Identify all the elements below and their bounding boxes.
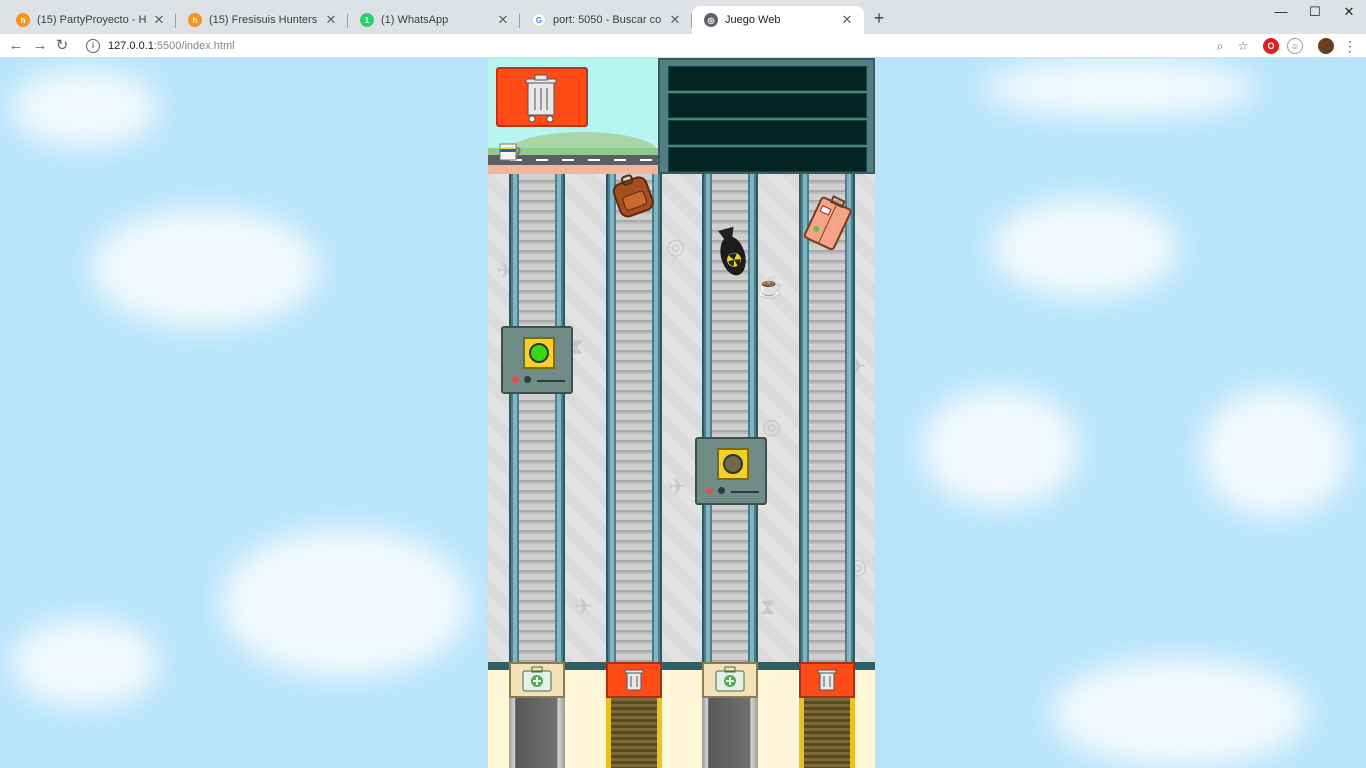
- close-tab-icon[interactable]: ✕: [496, 12, 510, 28]
- address-bar[interactable]: i 127.0.0.1:5500/index.html: [80, 35, 1260, 57]
- hacknplan-icon: h: [16, 13, 30, 27]
- screen-row: [668, 120, 867, 145]
- tab-juego-web[interactable]: ◎ Juego Web ✕: [692, 6, 864, 34]
- trash-bin-4[interactable]: [799, 662, 855, 698]
- scanner-green[interactable]: [501, 326, 573, 394]
- tab-partyproyecto[interactable]: h (15) PartyProyecto - HacknPlan ✕: [4, 6, 176, 34]
- conveyor-belt-2: [606, 174, 662, 662]
- screen-row: [668, 93, 867, 118]
- opera-extension-icon[interactable]: O: [1263, 38, 1279, 54]
- forward-button[interactable]: →: [30, 36, 50, 56]
- browser-toolbar: ← → ↻ i 127.0.0.1:5500/index.html ⌕ ☆ O …: [0, 34, 1366, 58]
- medical-bag-icon: [522, 666, 552, 692]
- cloud: [1200, 388, 1350, 518]
- bookmark-star-icon[interactable]: ☆: [1235, 38, 1251, 54]
- trash-bin-2[interactable]: [606, 662, 662, 698]
- zoom-icon[interactable]: ⌕: [1212, 38, 1228, 54]
- tab-title: Juego Web: [725, 14, 781, 26]
- tab-title: (15) Fresisuis Hunters - HacknPla: [209, 14, 318, 26]
- game-canvas[interactable]: ✈ ⧗ ◎ ✈ ☕ ◎ ✈ ✈ ⧗ ◎: [488, 58, 875, 768]
- metal-chute-3: [702, 698, 758, 768]
- screen-row: [668, 147, 867, 172]
- tab-title: (1) WhatsApp: [381, 14, 449, 26]
- close-tab-icon[interactable]: ✕: [152, 12, 166, 28]
- medical-bag-icon: [715, 666, 745, 692]
- screen-row: [668, 66, 867, 91]
- globe-icon: ◎: [704, 13, 718, 27]
- reload-button[interactable]: ↻: [52, 36, 72, 56]
- rail-chute-2: [606, 698, 662, 768]
- extension-icon[interactable]: ☺: [1287, 38, 1303, 54]
- scanner-lamp: [523, 337, 555, 369]
- back-button[interactable]: ←: [6, 36, 26, 56]
- coffee-cup-icon: [499, 143, 521, 161]
- tab-google-search[interactable]: G port: 5050 - Buscar con Google ✕: [520, 6, 692, 34]
- tab-whatsapp[interactable]: 1 (1) WhatsApp ✕: [348, 6, 520, 34]
- cloud: [990, 198, 1180, 298]
- tab-title: (15) PartyProyecto - HacknPlan: [37, 14, 146, 26]
- trash-icon: [817, 669, 837, 691]
- close-tab-icon[interactable]: ✕: [840, 12, 854, 28]
- tab-title: port: 5050 - Buscar con Google: [553, 14, 662, 26]
- page-viewport: ✈ ⧗ ◎ ✈ ☕ ◎ ✈ ✈ ⧗ ◎: [0, 58, 1366, 768]
- minimize-button[interactable]: —: [1270, 4, 1292, 20]
- url-host: 127.0.0.1: [108, 40, 154, 52]
- cloud: [920, 388, 1080, 508]
- cloud: [10, 68, 160, 148]
- backpack-item[interactable]: [608, 172, 658, 220]
- tab-strip: h (15) PartyProyecto - HacknPlan ✕ h (15…: [0, 0, 1366, 34]
- google-icon: G: [532, 13, 546, 27]
- cloud: [90, 208, 320, 328]
- info-icon[interactable]: i: [86, 39, 100, 53]
- scanner-yellow[interactable]: [695, 437, 767, 505]
- rail-chute-4: [799, 698, 855, 768]
- new-tab-button[interactable]: +: [870, 9, 888, 27]
- medical-bin-3[interactable]: [702, 662, 758, 698]
- close-tab-icon[interactable]: ✕: [668, 12, 682, 28]
- cloud: [980, 58, 1260, 118]
- maximize-button[interactable]: ☐: [1304, 4, 1326, 20]
- close-window-button[interactable]: ✕: [1338, 4, 1360, 20]
- cloud: [10, 618, 160, 708]
- medical-bin-1[interactable]: [509, 662, 565, 698]
- discard-bin[interactable]: [496, 67, 588, 127]
- suitcase-item[interactable]: [804, 194, 854, 252]
- nuclear-bomb-item[interactable]: [712, 224, 752, 280]
- cloud: [1050, 658, 1310, 768]
- profile-avatar[interactable]: [1318, 38, 1334, 54]
- trash-icon: [525, 74, 557, 123]
- scanner-lamp: [717, 448, 749, 480]
- cloud: [220, 528, 470, 678]
- tab-fresisuis-hunters[interactable]: h (15) Fresisuis Hunters - HacknPla ✕: [176, 6, 348, 34]
- menu-kebab-icon[interactable]: ⋮: [1342, 38, 1358, 54]
- trash-icon: [624, 669, 644, 691]
- conveyor-belt-1: [509, 174, 565, 662]
- hacknplan-icon: h: [188, 13, 202, 27]
- metal-chute-1: [509, 698, 565, 768]
- departures-screen: [658, 58, 875, 174]
- url-path: :5500/index.html: [153, 40, 235, 52]
- close-tab-icon[interactable]: ✕: [324, 12, 338, 28]
- whatsapp-icon: 1: [360, 13, 374, 27]
